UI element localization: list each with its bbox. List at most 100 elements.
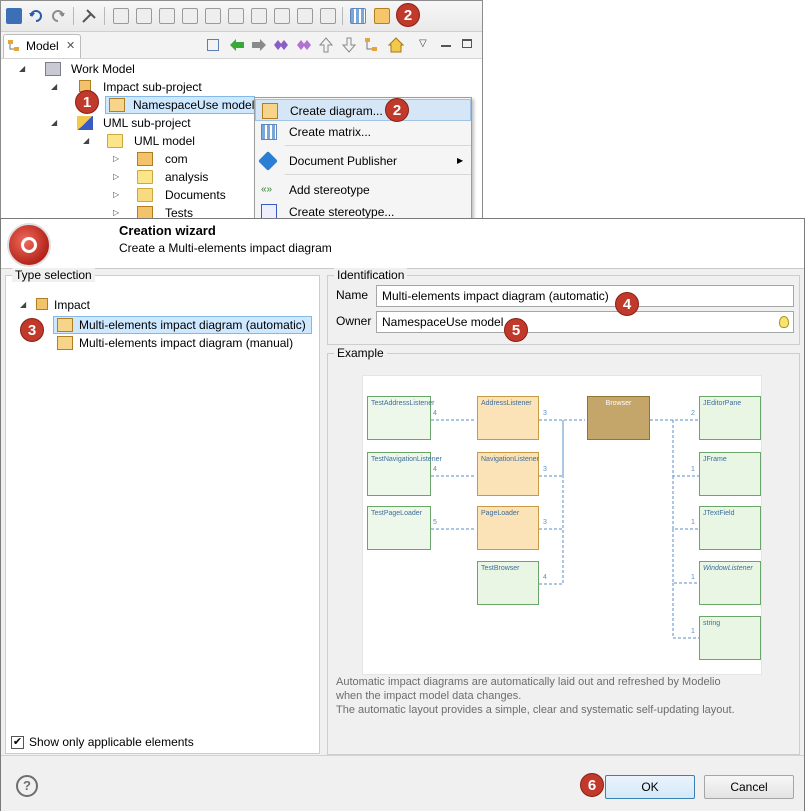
view-tab-bar: Model ✕ ▽ [1,32,482,59]
diagram-i-icon[interactable] [297,8,313,24]
tree-item-label: com [165,152,188,166]
tab-model[interactable]: Model ✕ [3,34,81,58]
cancel-button[interactable]: Cancel [704,775,794,799]
model-tree-icon [8,40,22,52]
example-title: Example [334,346,387,360]
namespace-model-icon [109,98,125,112]
menu-item-document-publisher[interactable]: Document Publisher ▶ [255,150,471,172]
diagram-g-icon[interactable] [251,8,267,24]
diagram-d-icon[interactable] [182,8,198,24]
tree-item-label: Work Model [71,62,135,76]
redo-icon[interactable] [50,8,66,24]
expand-twisty-icon[interactable]: ◢ [51,83,59,91]
diagram-count: 3 [543,519,547,526]
expand-twisty-icon[interactable]: ▷ [113,155,121,163]
show-only-applicable-label: Show only applicable elements [29,735,194,749]
sync-icon[interactable] [296,38,312,55]
maximize-icon[interactable] [462,39,472,48]
context-menu: Create diagram... Create matrix... Docum… [254,97,472,221]
diagram-count: 2 [691,410,695,417]
work-model-icon [45,62,61,76]
up-icon[interactable] [318,37,334,56]
menu-separator [285,145,471,146]
diagram-j-icon[interactable] [320,8,336,24]
forward-arrow-icon[interactable] [251,37,267,56]
diagram-h-icon[interactable] [274,8,290,24]
tools-icon[interactable] [81,8,97,24]
menu-item-create-matrix[interactable]: Create matrix... [255,121,471,143]
menu-item-add-stereotype[interactable]: «» Add stereotype [255,179,471,201]
diagram-c-icon[interactable] [159,8,175,24]
down-icon[interactable] [341,37,357,56]
type-item-automatic[interactable]: Multi-elements impact diagram (automatic… [53,316,312,334]
diagram-f-icon[interactable] [228,8,244,24]
owner-field[interactable]: NamespaceUse model [376,311,794,333]
step-badge-6: 6 [580,773,604,797]
toolbar-separator [104,7,105,25]
diagram-node: JTextField [699,506,761,550]
example-description-line-3: The automatic layout provides a simple, … [336,704,735,716]
wizard-footer: ? OK Cancel [1,755,804,811]
step-badge-3: 3 [20,318,44,342]
save-icon[interactable] [6,8,22,24]
diagram-node: WindowListener [699,561,761,605]
name-field[interactable]: Multi-elements impact diagram (automatic… [376,285,794,307]
diagram-count: 1 [691,519,695,526]
diagram-b-icon[interactable] [136,8,152,24]
diagram-count: 3 [543,410,547,417]
expand-twisty-icon[interactable]: ◢ [20,301,28,309]
impact-diagram-icon[interactable] [374,8,390,24]
type-item-label: Multi-elements impact diagram (automatic… [79,318,306,332]
step-badge-4: 4 [615,292,639,316]
close-icon[interactable]: ✕ [66,39,75,52]
step-badge-1: 1 [75,90,99,114]
folder-open-icon [137,188,153,202]
owner-label: Owner [336,314,372,328]
type-selection-title: Type selection [12,268,95,282]
diagram-node: TestNavigationListener [367,452,442,496]
diagram-node: TestPageLoader [367,506,431,550]
help-icon[interactable]: ? [16,775,38,797]
undo-icon[interactable] [28,8,44,24]
uml-project-icon [77,116,93,130]
filter-icon[interactable] [365,38,379,55]
expand-twisty-icon[interactable]: ▷ [113,173,121,181]
back-arrow-icon[interactable] [229,37,245,56]
folder-icon [107,134,123,148]
ok-button[interactable]: OK [605,775,695,799]
create-diagram-icon [262,103,278,119]
expand-twisty-icon[interactable]: ▷ [113,209,121,217]
example-description-line-2: when the impact model data changes. [336,690,522,702]
menu-item-label: Create diagram... [290,104,383,118]
diagram-node: TestAddressListener [367,396,434,440]
type-item-label: Multi-elements impact diagram (manual) [79,336,294,350]
expand-twisty-icon[interactable]: ▷ [113,191,121,199]
impact-diagram-icon [57,318,73,332]
matrix-icon[interactable] [350,8,366,24]
diagram-count: 4 [543,574,547,581]
name-label: Name [336,288,369,302]
diagram-count: 1 [691,466,695,473]
expand-twisty-icon[interactable]: ◢ [83,137,91,145]
menu-item-create-diagram[interactable]: Create diagram... [255,99,471,121]
view-menu-icon[interactable]: ▽ [419,38,427,49]
diagram-a-icon[interactable] [113,8,129,24]
checkbox-check-icon[interactable]: ✔ [11,736,24,749]
minimize-icon[interactable] [441,45,451,47]
tree-item-label: Documents [165,188,226,202]
expand-twisty-icon[interactable]: ◢ [51,119,59,127]
package-icon [137,152,153,166]
link-icon[interactable] [273,38,289,55]
tree-item-namespaceuse-model[interactable]: NamespaceUse model [105,96,255,114]
diagram-e-icon[interactable] [205,8,221,24]
type-selection-group: Type selection ◢ Impact Multi-elements i… [5,268,320,754]
modelio-logo-icon [7,223,51,267]
expand-twisty-icon[interactable]: ◢ [19,65,27,73]
home-icon[interactable] [387,37,405,56]
menu-item-label: Add stereotype [289,183,370,197]
collapse-icon[interactable] [207,39,219,51]
lightbulb-icon[interactable] [779,316,789,328]
tree-item-label: UML model [134,134,195,148]
diagram-count: 4 [433,410,437,417]
impact-diagram-icon [57,336,73,350]
